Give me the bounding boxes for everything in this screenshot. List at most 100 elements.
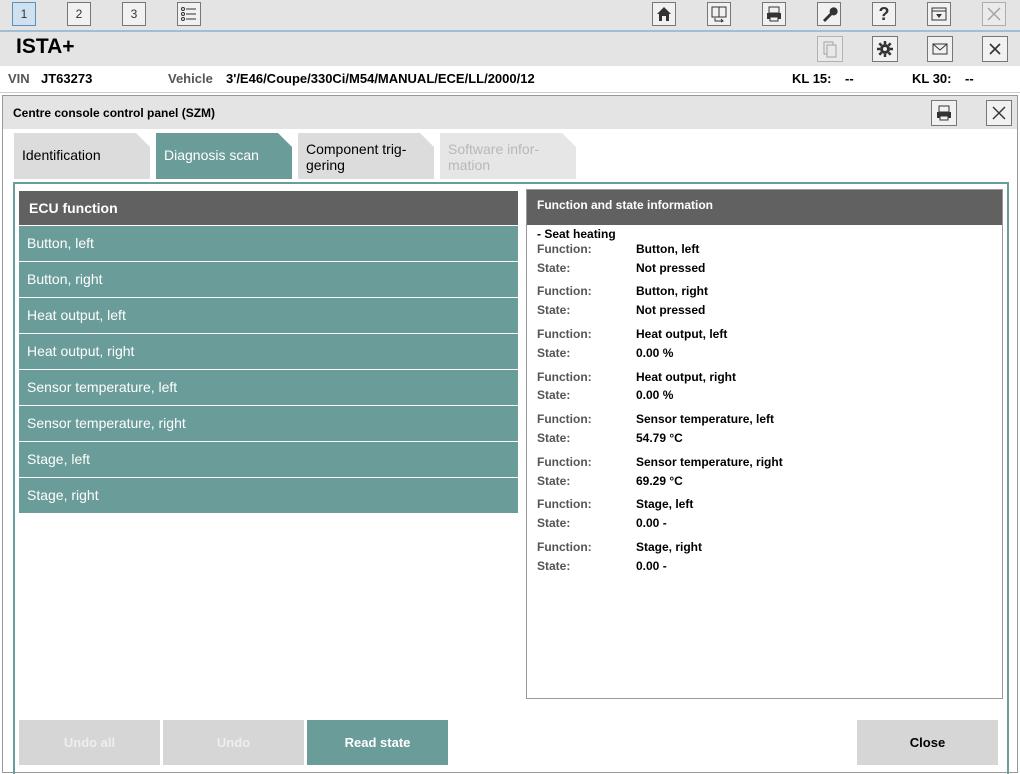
- kl30-label: KL 30:: [912, 71, 952, 86]
- exit-app-button[interactable]: [982, 2, 1006, 26]
- state-value: 0.00 -: [636, 516, 667, 530]
- ecu-item-stage-right[interactable]: Stage, right: [19, 478, 518, 513]
- function-label: Function:: [537, 455, 592, 469]
- home-icon: [657, 7, 671, 21]
- info-function-row: Function: Heat output, left: [537, 327, 997, 345]
- close-button[interactable]: Close: [857, 720, 998, 765]
- kl30-value: --: [965, 71, 974, 86]
- tab-diagnosis-scan[interactable]: Diagnosis scan: [156, 133, 292, 179]
- tab-identification[interactable]: Identification: [14, 133, 150, 179]
- kl15-value: --: [845, 71, 854, 86]
- session-tab-1-label: 1: [20, 7, 28, 21]
- close-icon: [992, 106, 1006, 120]
- ecu-item-stage-left[interactable]: Stage, left: [19, 442, 518, 477]
- session-list-button[interactable]: [177, 2, 201, 26]
- kl15-label: KL 15:: [792, 71, 832, 86]
- state-value: 0.00 -: [636, 559, 667, 573]
- service-button[interactable]: [817, 2, 841, 26]
- function-label: Function:: [537, 327, 592, 341]
- function-value: Button, left: [636, 242, 700, 256]
- info-state-row: State: 69.29 °C: [537, 474, 997, 492]
- info-state-row: State: 0.00 -: [537, 516, 997, 534]
- close-icon: [989, 43, 1001, 55]
- info-state-row: State: Not pressed: [537, 303, 997, 321]
- app-title-bar: ISTA+: [0, 32, 1020, 66]
- info-function-row: Function: Stage, left: [537, 497, 997, 515]
- ecu-item-sensor-temperature-left[interactable]: Sensor temperature, left: [19, 370, 518, 405]
- info-function-row: Function: Heat output, right: [537, 370, 997, 388]
- state-value: 0.00 %: [636, 388, 674, 402]
- state-label: State:: [537, 388, 571, 402]
- documents-icon: [823, 41, 837, 58]
- tab-component-triggering[interactable]: Component trig- gering: [298, 133, 434, 179]
- info-function-row: Function: Button, right: [537, 284, 997, 302]
- tab-component-triggering-label-1: Component trig-: [306, 141, 407, 157]
- gear-icon: [877, 41, 893, 57]
- vehicle-info-bar: VIN JT63273 Vehicle 3'/E46/Coupe/330Ci/M…: [0, 66, 1020, 93]
- info-function-row: Function: Sensor temperature, right: [537, 455, 997, 473]
- state-label: State:: [537, 346, 571, 360]
- ecu-item-sensor-temperature-right[interactable]: Sensor temperature, right: [19, 406, 518, 441]
- state-label: State:: [537, 559, 571, 573]
- session-tab-2[interactable]: 2: [67, 2, 91, 26]
- ecu-item-heat-output-left[interactable]: Heat output, left: [19, 298, 518, 333]
- documents-button[interactable]: [817, 36, 843, 62]
- minimize-button[interactable]: [927, 2, 951, 26]
- close-session-button[interactable]: [982, 36, 1008, 62]
- ecu-function-list: Button, left Button, right Heat output, …: [19, 226, 518, 514]
- vehicle-label: Vehicle: [168, 71, 213, 86]
- control-panel-dialog: Centre console control panel (SZM) Ident…: [2, 95, 1018, 774]
- state-label: State:: [537, 474, 571, 488]
- vehicle-value: 3'/E46/Coupe/330Ci/M54/MANUAL/ECE/LL/200…: [226, 71, 535, 86]
- state-label: State:: [537, 431, 571, 445]
- help-button[interactable]: ?: [872, 2, 896, 26]
- vehicle-management-icon: [711, 6, 727, 23]
- function-value: Sensor temperature, left: [636, 412, 775, 426]
- state-value: 0.00 %: [636, 346, 674, 360]
- ecu-item-button-left[interactable]: Button, left: [19, 226, 518, 261]
- state-label: State:: [537, 261, 571, 275]
- printer-icon: [937, 105, 951, 121]
- function-state-info-panel: Function and state information - Seat he…: [526, 189, 1003, 699]
- info-state-row: State: 54.79 °C: [537, 431, 997, 449]
- function-label: Function:: [537, 370, 592, 384]
- home-button[interactable]: [652, 2, 676, 26]
- state-label: State:: [537, 516, 571, 530]
- tab-software-information-label-1: Software infor-: [448, 141, 540, 157]
- wrench-icon: [823, 7, 838, 22]
- read-state-button[interactable]: Read state: [307, 720, 448, 765]
- ecu-item-heat-output-right[interactable]: Heat output, right: [19, 334, 518, 369]
- tab-software-information: Software infor- mation: [440, 133, 576, 179]
- function-value: Sensor temperature, right: [636, 455, 783, 469]
- function-label: Function:: [537, 412, 592, 426]
- vehicle-management-button[interactable]: [707, 2, 731, 26]
- messages-button[interactable]: [927, 36, 953, 62]
- ecu-item-button-right[interactable]: Button, right: [19, 262, 518, 297]
- dialog-close-button[interactable]: [986, 100, 1012, 126]
- function-value: Heat output, left: [636, 327, 728, 341]
- info-panel-header: Function and state information: [527, 190, 1002, 225]
- session-tab-2-label: 2: [75, 7, 83, 21]
- function-value: Stage, right: [636, 540, 703, 554]
- dialog-header: Centre console control panel (SZM): [3, 96, 1017, 129]
- state-value: Not pressed: [636, 303, 706, 317]
- session-tab-3-label: 3: [130, 7, 138, 21]
- undo-button[interactable]: Undo: [163, 720, 304, 765]
- function-value: Button, right: [636, 284, 708, 298]
- session-tab-3[interactable]: 3: [122, 2, 146, 26]
- dialog-print-button[interactable]: [931, 100, 957, 126]
- function-label: Function:: [537, 242, 592, 256]
- settings-button[interactable]: [872, 36, 898, 62]
- print-button-top[interactable]: [762, 2, 786, 26]
- session-tab-1[interactable]: 1: [12, 2, 36, 26]
- list-icon: [181, 7, 196, 21]
- tab-diagnosis-scan-label: Diagnosis scan: [164, 147, 259, 163]
- question-icon: ?: [878, 3, 890, 24]
- state-value: 69.29 °C: [636, 474, 683, 488]
- close-icon: [987, 7, 1001, 21]
- vin-label: VIN: [8, 71, 30, 86]
- vin-value: JT63273: [41, 71, 93, 86]
- state-label: State:: [537, 303, 571, 317]
- undo-all-button[interactable]: Undo all: [19, 720, 160, 765]
- tab-component-triggering-label-2: gering: [306, 157, 345, 173]
